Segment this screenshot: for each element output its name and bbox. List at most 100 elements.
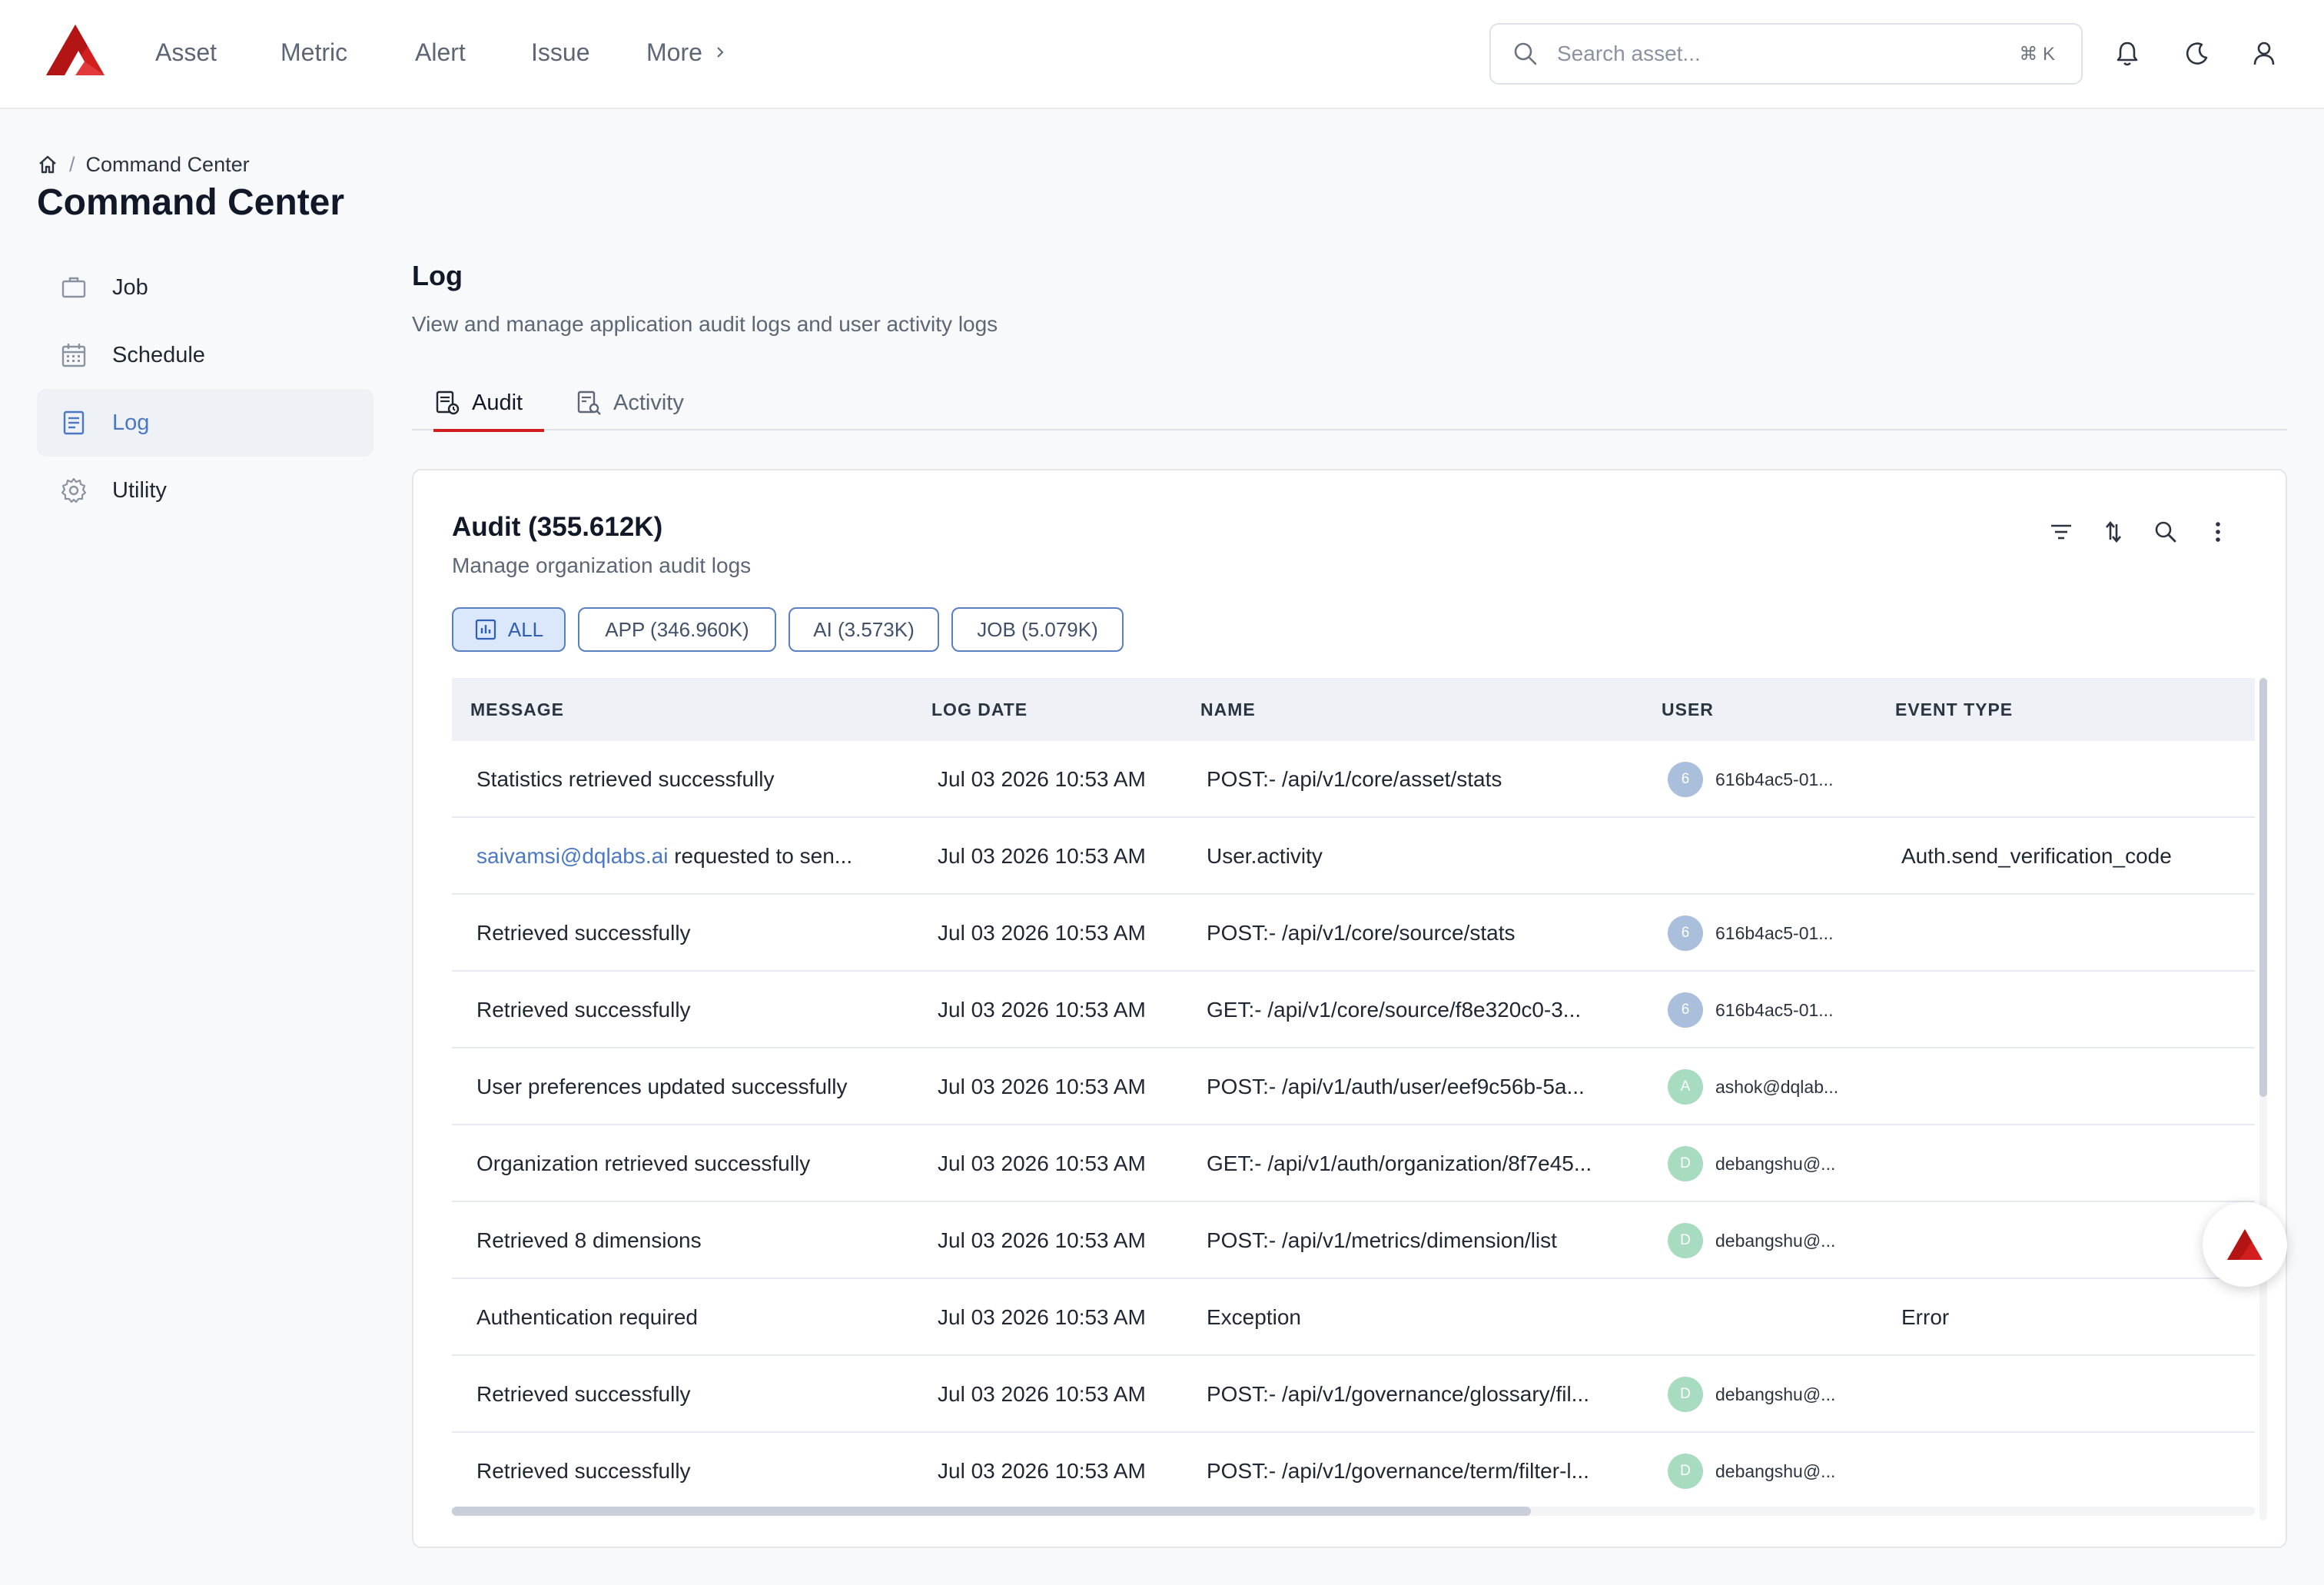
chip-label: ALL [507,617,544,641]
home-icon[interactable] [37,154,58,175]
sidebar-item-job[interactable]: Job [37,254,374,321]
chip-label: APP (346.960K) [605,617,749,641]
filter-chip-all[interactable]: ALL [452,607,566,652]
cell-message: Retrieved successfully [476,972,907,1048]
column-header-user[interactable]: USER [1662,678,1714,741]
user-name: debangshu@... [1715,1231,1836,1251]
nav-issue[interactable]: Issue [531,35,589,69]
sidebar-item-label: Schedule [112,342,205,367]
search-input[interactable] [1557,42,1987,66]
cell-user: Ddebangshu@... [1668,1356,1835,1433]
cell-user: 6 616b4ac5-01... [1668,972,1833,1048]
search-icon[interactable] [2152,518,2180,546]
table-row[interactable]: Statistics retrieved successfully Jul 03 … [452,741,2255,818]
activity-document-icon [577,390,601,415]
sidebar-item-label: Log [112,410,150,435]
column-header-message[interactable]: MESSAGE [470,678,564,741]
cell-name: POST:- /api/v1/core/asset/stats [1207,767,1502,791]
cell-name: POST:- /api/v1/auth/user/eef9c56b-5a... [1207,1075,1585,1098]
cell-name: Exception [1207,1305,1301,1329]
table-row[interactable]: User preferences updated successfully Jul… [452,1048,2255,1125]
avatar: D [1668,1223,1703,1258]
filter-icon[interactable] [2047,518,2075,546]
table-row[interactable]: Retrieved 8 dimensions Jul 03 2026 10:53 … [452,1202,2255,1279]
column-header-event-type[interactable]: EVENT TYPE [1895,678,2013,741]
tab-audit[interactable]: Audit [433,375,545,432]
message-text: Retrieved successfully [476,1382,691,1406]
sidebar-item-label: Utility [112,477,167,503]
user-email-link[interactable]: saivamsi@dqlabs.ai [476,844,668,868]
user-name: 616b4ac5-01... [1715,769,1834,789]
table-row[interactable]: Retrieved successfully Jul 03 2026 10:53 … [452,972,2255,1048]
cell-name: GET:- /api/v1/auth/organization/8f7e45..… [1207,1151,1592,1175]
sidebar-item-utility[interactable]: Utility [37,457,374,524]
cell-message: Authentication required [476,1279,907,1356]
table-row[interactable]: Retrieved successfully Jul 03 2026 10:53 … [452,1433,2255,1510]
bell-icon[interactable] [2112,38,2143,69]
nav-more[interactable]: More [646,35,727,69]
filter-chip-app[interactable]: APP (346.960K) [578,607,776,652]
tab-label: Activity [613,390,684,415]
audit-title: Audit (355.612K) [452,512,663,542]
cell-message: User preferences updated successfully [476,1048,907,1125]
cell-log-date: Jul 03 2026 10:53 AM [938,1305,1146,1329]
user-name: 616b4ac5-01... [1715,1000,1834,1020]
cell-name: GET:- /api/v1/core/source/f8e320c0-3... [1207,998,1582,1022]
cell-log-date: Jul 03 2026 10:53 AM [938,1459,1146,1483]
cell-message: Retrieved successfully [476,1356,907,1433]
cell-name: POST:- /api/v1/governance/glossary/fil..… [1207,1382,1589,1406]
filter-chip-ai[interactable]: AI (3.573K) [788,607,939,652]
table-row[interactable]: saivamsi@dqlabs.ai requested to sen... Ju… [452,818,2255,895]
table-row[interactable]: Retrieved successfully Jul 03 2026 10:53 … [452,1356,2255,1433]
tab-activity[interactable]: Activity [575,375,684,430]
nav-alert[interactable]: Alert [415,35,466,69]
more-vertical-icon[interactable] [2204,518,2232,546]
cell-log-date: Jul 03 2026 10:53 AM [938,1228,1146,1252]
breadcrumb-separator: / [69,152,75,176]
vertical-scrollbar[interactable] [2259,678,2267,1520]
table-row[interactable]: Authentication required Jul 03 2026 10:53… [452,1279,2255,1356]
avatar: 6 [1668,915,1703,951]
avatar: A [1668,1069,1703,1105]
cell-user: 6 616b4ac5-01... [1668,895,1833,972]
breadcrumb-current: Command Center [85,152,250,176]
cell-event-type: Error [1901,1305,1950,1329]
dqlabs-logo-icon[interactable] [45,23,106,77]
cell-log-date: Jul 03 2026 10:53 AM [938,844,1146,868]
nav-asset[interactable]: Asset [155,35,217,69]
assistant-button[interactable] [2203,1202,2287,1287]
sidebar-item-log[interactable]: Log [37,389,374,457]
user-name: ashok@dqlab... [1715,1077,1839,1097]
cell-log-date: Jul 03 2026 10:53 AM [938,921,1146,945]
filter-chip-job[interactable]: JOB (5.079K) [951,607,1124,652]
sidebar-item-schedule[interactable]: Schedule [37,321,374,389]
audit-card: Audit (355.612K) Manage organization aud… [412,469,2287,1548]
nav-metric[interactable]: Metric [281,35,347,69]
message-text: Statistics retrieved successfully [476,767,775,791]
cell-log-date: Jul 03 2026 10:53 AM [938,1382,1146,1406]
column-header-log-date[interactable]: LOG DATE [931,678,1028,741]
audit-document-icon [436,390,460,415]
sidebar-item-label: Job [112,274,148,300]
horizontal-scrollbar[interactable] [452,1507,2255,1516]
table-row[interactable]: Organization retrieved successfully Jul 0… [452,1125,2255,1202]
user-icon[interactable] [2249,38,2279,69]
top-navbar: Asset Metric Alert Issue More ⌘ K [0,0,2324,109]
cell-message: Retrieved successfully [476,1433,907,1510]
horizontal-scrollbar-thumb[interactable] [452,1507,1531,1516]
cell-user: Ddebangshu@... [1668,1202,1835,1279]
cell-log-date: Jul 03 2026 10:53 AM [938,1075,1146,1098]
section-title: Log [412,260,463,291]
moon-icon[interactable] [2181,38,2212,69]
user-name: debangshu@... [1715,1154,1836,1174]
chip-label: JOB (5.079K) [977,617,1098,641]
vertical-scrollbar-thumb[interactable] [2259,678,2267,1097]
search-box[interactable]: ⌘ K [1489,23,2083,85]
sort-icon[interactable] [2100,518,2127,546]
table-row[interactable]: Retrieved successfully Jul 03 2026 10:53 … [452,895,2255,972]
cell-message: Statistics retrieved successfully [476,741,907,818]
search-icon [1514,42,1537,65]
message-text: Retrieved successfully [476,921,691,945]
column-header-name[interactable]: NAME [1200,678,1256,741]
message-text: Retrieved 8 dimensions [476,1228,702,1252]
